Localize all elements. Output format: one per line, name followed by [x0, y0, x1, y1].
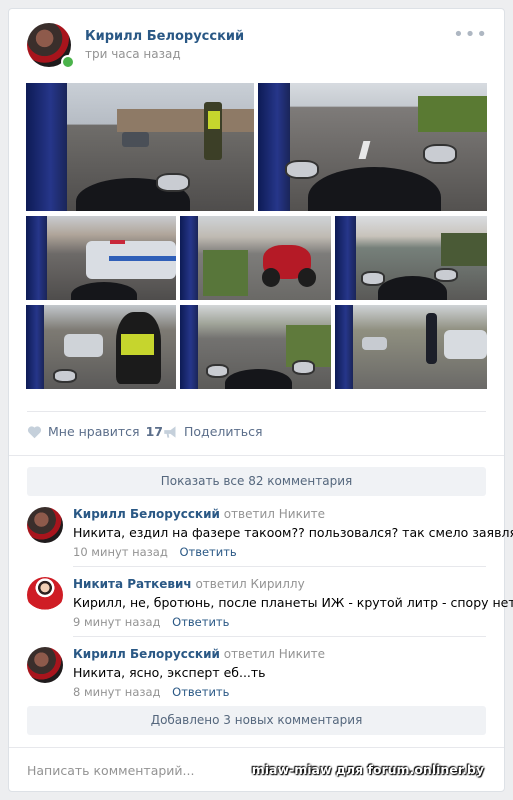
comment-item: Никита Раткевич ответил Кириллу Кирилл, … — [27, 577, 513, 637]
comment-reply-button[interactable]: Ответить — [172, 615, 229, 629]
show-all-comments-button[interactable]: Показать все 82 комментария — [27, 467, 486, 496]
post-card: Кирилл Белорусский три часа назад ••• Мн… — [8, 8, 513, 792]
comment-input[interactable]: Написать комментарий... — [27, 763, 194, 778]
comment-reply-to[interactable]: ответил Никите — [224, 647, 325, 661]
post-photo-7[interactable] — [180, 305, 331, 389]
post-photo-3[interactable] — [26, 216, 176, 300]
heart-icon — [27, 425, 42, 438]
comments-divider — [9, 455, 504, 456]
post-timestamp[interactable]: три часа назад — [85, 47, 181, 61]
comment-divider — [73, 566, 486, 567]
comment-item: Кирилл Белорусский ответил Никите Никита… — [27, 507, 513, 567]
post-photo-8[interactable] — [335, 305, 487, 389]
post-photo-5[interactable] — [335, 216, 487, 300]
share-label: Поделиться — [184, 424, 263, 439]
post-photo-1[interactable] — [26, 83, 254, 211]
more-horizontal-icon[interactable]: ••• — [453, 26, 488, 44]
comment-author[interactable]: Никита Раткевич — [73, 577, 192, 591]
comment-text: Никита, ездил на фазере такоом?? пользов… — [73, 525, 513, 540]
comment-avatar[interactable] — [27, 647, 63, 683]
post-author-name[interactable]: Кирилл Белорусский — [85, 29, 244, 44]
comment-text: Никита, ясно, эксперт еб...ть — [73, 665, 266, 680]
comment-avatar[interactable] — [27, 507, 63, 543]
comment-avatar[interactable] — [27, 577, 63, 613]
megaphone-icon — [164, 425, 176, 438]
post-photo-2[interactable] — [258, 83, 487, 211]
new-comments-button[interactable]: Добавлено 3 новых комментария — [27, 706, 486, 735]
like-label: Мне нравится — [48, 424, 140, 439]
comment-reply-button[interactable]: Ответить — [179, 545, 236, 559]
comment-reply-to[interactable]: ответил Никите — [224, 507, 325, 521]
comment-reply-button[interactable]: Ответить — [172, 685, 229, 699]
composer-divider — [9, 747, 504, 748]
like-count: 17 — [145, 424, 163, 439]
comment-text: Кирилл, не, бротюнь, после планеты ИЖ - … — [73, 595, 513, 610]
post-photo-4[interactable] — [180, 216, 331, 300]
comment-time[interactable]: 10 минут назад — [73, 545, 168, 559]
comment-time[interactable]: 9 минут назад — [73, 615, 160, 629]
comment-item: Кирилл Белорусский ответил Никите Никита… — [27, 647, 486, 707]
comment-time[interactable]: 8 минут назад — [73, 685, 160, 699]
post-photo-6[interactable] — [26, 305, 176, 389]
watermark: miaw-miaw для forum.onliner.by — [251, 762, 484, 777]
comment-divider — [73, 636, 486, 637]
online-status-icon — [61, 55, 75, 69]
actions-divider — [27, 411, 486, 412]
like-button[interactable]: Мне нравится 17 — [27, 424, 163, 439]
share-button[interactable]: Поделиться — [163, 424, 263, 439]
comment-author[interactable]: Кирилл Белорусский — [73, 647, 220, 661]
comment-reply-to[interactable]: ответил Кириллу — [195, 577, 304, 591]
comment-author[interactable]: Кирилл Белорусский — [73, 507, 220, 521]
